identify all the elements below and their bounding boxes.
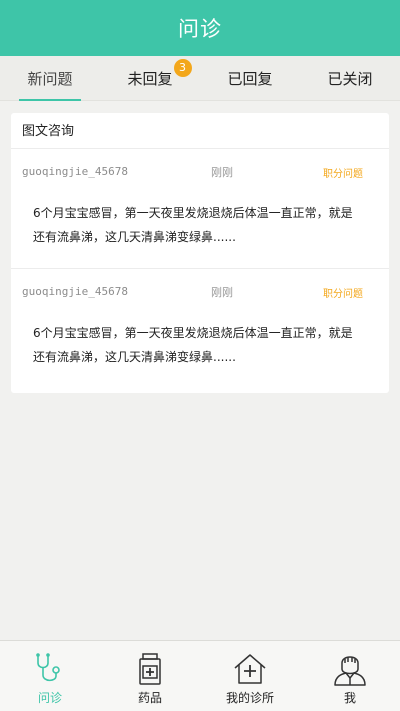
- nav-consult[interactable]: 问诊: [0, 641, 100, 711]
- tab-closed-label: 已关闭: [327, 69, 373, 88]
- nav-me[interactable]: 我: [300, 641, 400, 711]
- stethoscope-icon: [36, 653, 60, 682]
- question-time: 刚刚: [211, 166, 233, 179]
- question-item[interactable]: guoqingjie_45678 刚刚 职分问题 6个月宝宝感冒，第一天夜里发烧…: [11, 149, 389, 269]
- question-content: 6个月宝宝感冒，第一天夜里发烧退烧后体温一直正常，就是还有流鼻涕，这几天清鼻涕变…: [33, 206, 353, 244]
- question-time: 刚刚: [211, 286, 233, 299]
- question-user: guoqingjie_45678: [22, 165, 128, 178]
- nav-clinic-label: 我的诊所: [225, 691, 274, 705]
- unreplied-count-badge: 3: [173, 58, 192, 77]
- question-content: 6个月宝宝感冒，第一天夜里发烧退烧后体温一直正常，就是还有流鼻涕，这几天清鼻涕变…: [33, 326, 353, 364]
- tab-replied-label: 已回复: [227, 69, 273, 88]
- medicine-bottle-icon: [139, 653, 161, 685]
- tab-new[interactable]: 新问题: [0, 56, 100, 101]
- consultation-card: 图文咨询 guoqingjie_45678 刚刚 职分问题 6个月宝宝感冒，第一…: [11, 113, 389, 393]
- bottom-nav: 问诊 药品 我的诊所 我: [0, 640, 400, 711]
- nav-medicine[interactable]: 药品: [100, 641, 200, 711]
- tab-replied[interactable]: 已回复: [200, 56, 300, 100]
- question-item[interactable]: guoqingjie_45678 刚刚 职分问题 6个月宝宝感冒，第一天夜里发烧…: [11, 269, 389, 389]
- question-tag: 职分问题: [323, 169, 363, 180]
- nav-consult-label: 问诊: [37, 691, 62, 705]
- tab-closed[interactable]: 已关闭: [300, 56, 400, 100]
- question-tag: 职分问题: [323, 289, 363, 300]
- nav-me-label: 我: [343, 691, 356, 705]
- tab-new-label: 新问题: [27, 69, 73, 88]
- nav-clinic[interactable]: 我的诊所: [200, 641, 300, 711]
- doctor-avatar-icon: [334, 656, 366, 686]
- tab-unreplied-label: 未回复: [127, 69, 173, 88]
- section-title: 图文咨询: [11, 113, 389, 149]
- question-user: guoqingjie_45678: [22, 285, 128, 298]
- tab-unreplied[interactable]: 未回复 3: [100, 56, 200, 100]
- clinic-house-icon: [234, 654, 266, 684]
- nav-medicine-label: 药品: [137, 691, 162, 705]
- app-header: 问诊: [0, 0, 400, 56]
- page-title: 问诊: [178, 17, 222, 41]
- question-tabs: 新问题 未回复 3 已回复 已关闭: [0, 56, 400, 101]
